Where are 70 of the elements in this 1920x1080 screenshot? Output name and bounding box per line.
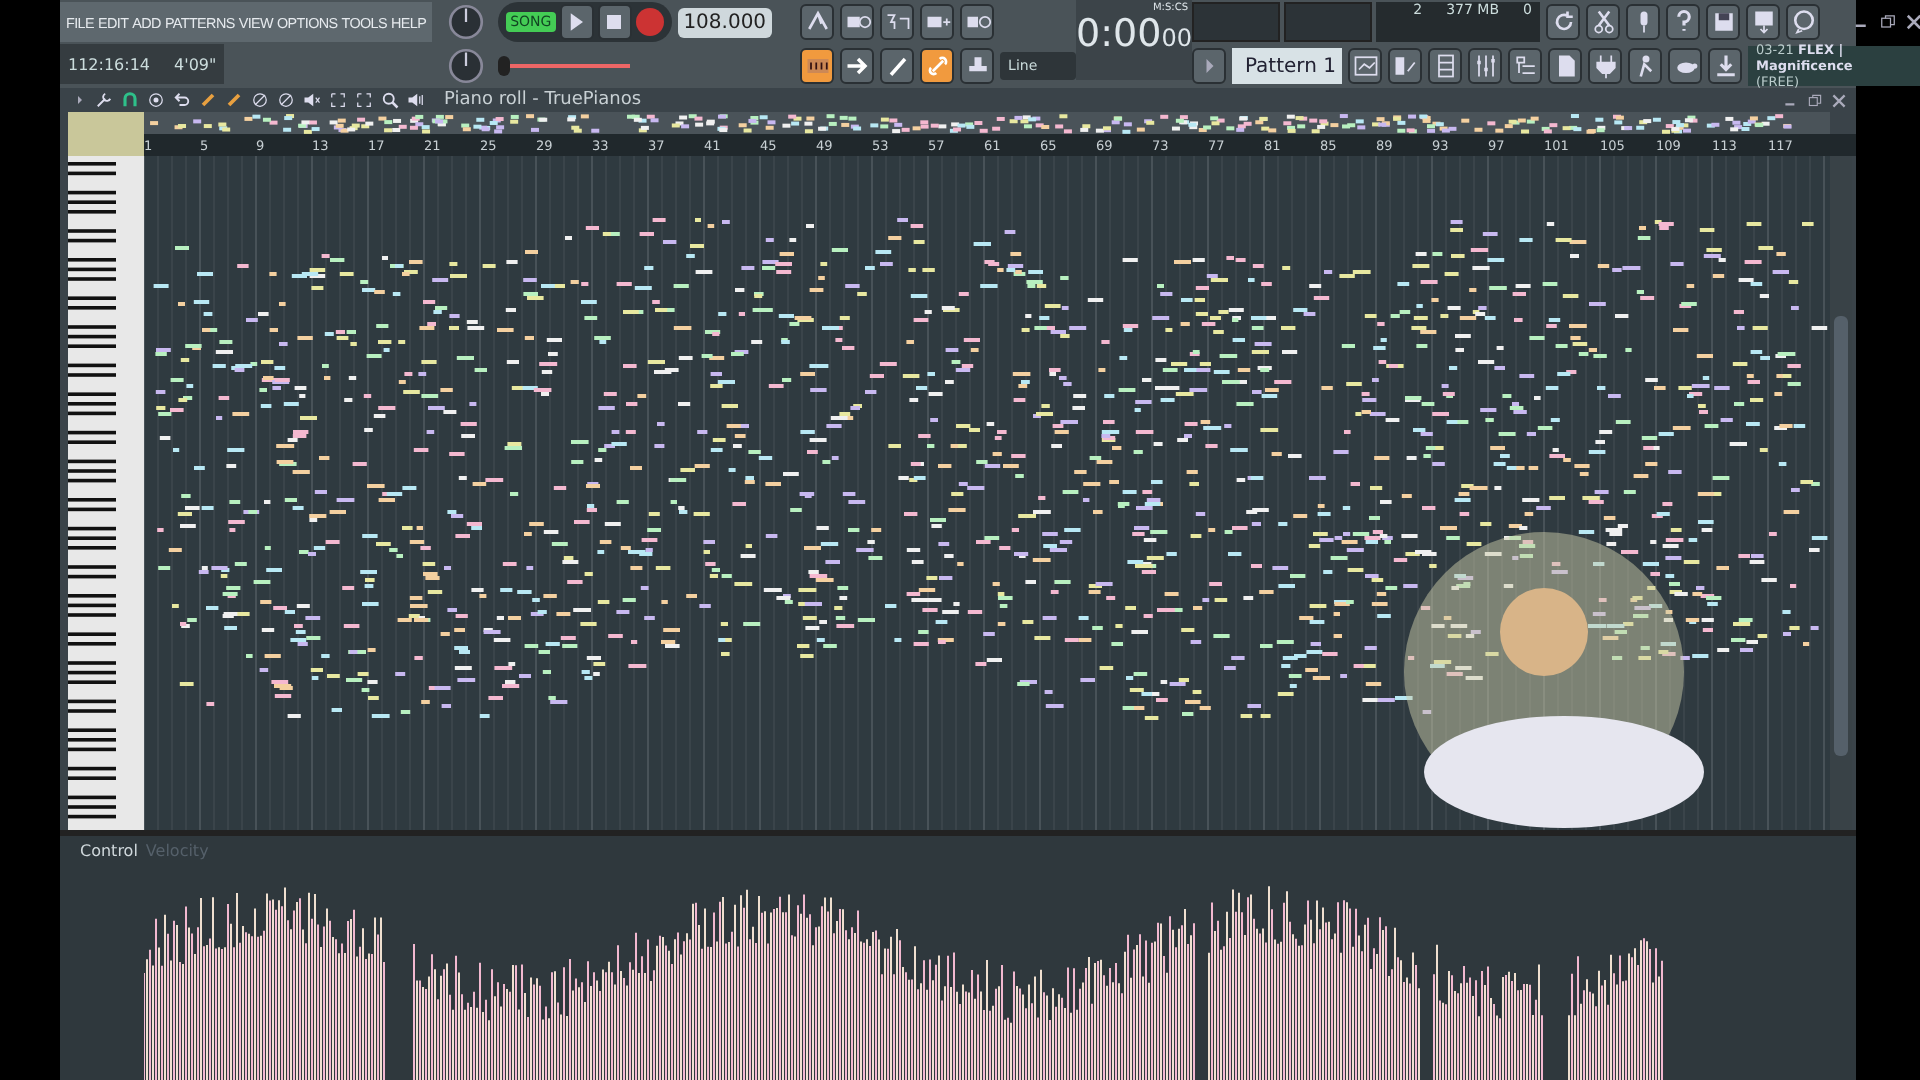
channels-button[interactable] <box>1428 48 1462 84</box>
mixer-icon <box>1471 52 1499 80</box>
scissors-icon <box>1589 8 1617 36</box>
chat-icon <box>1789 8 1817 36</box>
restore-icon <box>1806 91 1824 109</box>
waveform-monitor <box>1192 2 1280 42</box>
song-length: 4'09" <box>174 55 217 73</box>
note-grid-drawing[interactable] <box>144 156 1830 830</box>
select-icon <box>354 90 374 110</box>
target-icon <box>146 90 166 110</box>
save-down-button[interactable] <box>1746 4 1780 40</box>
microphone-button[interactable] <box>1626 4 1660 40</box>
pencil-button[interactable] <box>880 48 915 84</box>
caret-icon <box>72 92 88 108</box>
close-icon <box>1904 12 1920 32</box>
record-button[interactable] <box>635 8 664 36</box>
link-button[interactable] <box>920 48 955 84</box>
download-icon <box>1711 52 1739 80</box>
save-button[interactable] <box>1706 4 1740 40</box>
chat-button[interactable] <box>1786 4 1820 40</box>
scissors-button[interactable] <box>1586 4 1620 40</box>
refresh-button[interactable] <box>1546 4 1580 40</box>
master-pitch-knob[interactable] <box>448 48 485 84</box>
main-volume-knob[interactable] <box>448 4 485 40</box>
save-down-icon <box>1749 8 1777 36</box>
restore-icon <box>1878 12 1898 32</box>
select-icon <box>328 90 348 110</box>
pianoroll-icon <box>1391 52 1419 80</box>
undo-icon <box>172 90 192 110</box>
master-pitch-slider[interactable] <box>498 56 631 76</box>
arrow-icon <box>843 52 872 80</box>
typing-keyboard-button[interactable] <box>800 48 835 84</box>
metronome-button[interactable] <box>800 4 835 40</box>
arrow-button[interactable] <box>840 48 875 84</box>
piano-keyboard-drawing[interactable] <box>68 156 144 830</box>
pattern-selector[interactable]: Pattern 1 <box>1232 48 1342 84</box>
close-icon <box>1830 91 1848 109</box>
document-button[interactable] <box>1548 48 1582 84</box>
link-icon <box>923 52 952 80</box>
erase-icon <box>276 90 296 110</box>
time-centiseconds: 00 <box>1161 24 1192 52</box>
time-main: 0:00 <box>1076 12 1162 56</box>
piano-roll-title[interactable]: Piano roll - TruePianos <box>444 90 642 110</box>
oscilloscope-monitor <box>1284 2 1372 42</box>
playlist-icon <box>1351 52 1379 80</box>
plug-icon <box>1591 52 1619 80</box>
mixer-button[interactable] <box>1468 48 1502 84</box>
help-button[interactable] <box>1666 4 1700 40</box>
download-button[interactable] <box>1708 48 1742 84</box>
plug-button[interactable] <box>1588 48 1622 84</box>
person-button[interactable] <box>1628 48 1662 84</box>
song-position: 112:16:14 <box>68 55 151 73</box>
tempo-display[interactable]: 108.000 <box>677 7 773 37</box>
caret-button[interactable] <box>1192 48 1226 84</box>
pianoroll-button[interactable] <box>1388 48 1422 84</box>
pattern-overview-drawing[interactable] <box>144 112 1830 134</box>
control-label[interactable]: Control <box>80 841 138 859</box>
stamp-button[interactable] <box>960 48 995 84</box>
play-button[interactable] <box>559 4 594 40</box>
magnet-icon <box>120 90 140 110</box>
stop-button[interactable] <box>597 4 632 40</box>
zoom-icon <box>380 90 400 110</box>
browser-button[interactable] <box>1508 48 1542 84</box>
save-icon <box>1709 8 1737 36</box>
wrench-icon <box>94 90 114 110</box>
erase-icon <box>250 90 270 110</box>
speaker-icon <box>406 90 426 110</box>
playlist-button[interactable] <box>1348 48 1382 84</box>
browser-icon <box>1511 52 1539 80</box>
mute-icon <box>302 90 322 110</box>
